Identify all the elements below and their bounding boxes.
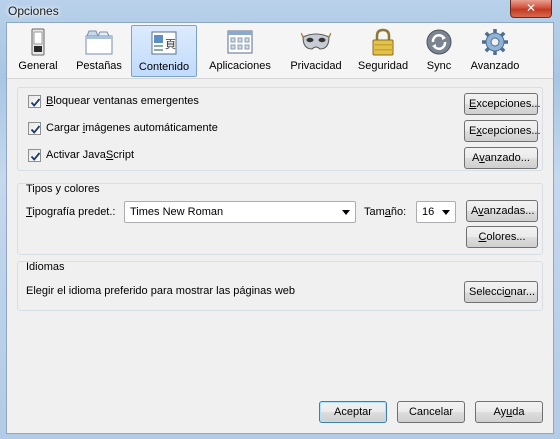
chevron-down-icon — [342, 210, 350, 215]
checkmark-icon — [30, 152, 41, 161]
choose-language-button[interactable]: Seleccionar... — [464, 281, 538, 303]
tab-label: Sync — [426, 60, 452, 72]
tab-applications[interactable]: Aplicaciones — [201, 25, 279, 77]
options-dialog: General Pestañas 頁 Contenido Aplicacione… — [6, 22, 554, 434]
security-lock-icon — [372, 28, 394, 56]
tab-privacy[interactable]: Privacidad — [283, 25, 349, 77]
content-icon: 頁 — [151, 31, 177, 55]
font-size-select[interactable]: 16 — [416, 201, 456, 223]
default-font-select[interactable]: Times New Roman — [124, 201, 356, 223]
tab-label: Aplicaciones — [209, 60, 271, 72]
font-size-label: Tamaño: — [364, 206, 407, 218]
tabs-icon — [85, 30, 113, 55]
tab-label: Seguridad — [357, 60, 409, 72]
load-images-checkbox[interactable]: Cargar imágenes automáticamente — [28, 121, 328, 137]
enable-javascript-checkbox[interactable]: Activar JavaScript — [28, 148, 328, 164]
languages-group: Idiomas Elegir el idioma preferido para … — [17, 261, 543, 311]
tab-label: Contenido — [138, 61, 190, 73]
sync-icon — [426, 29, 452, 55]
tab-label: Pestañas — [76, 60, 122, 72]
options-toolbar: General Pestañas 頁 Contenido Aplicacione… — [7, 23, 553, 79]
help-button[interactable]: Ayuda — [475, 401, 543, 423]
tab-advanced[interactable]: Avanzado — [465, 25, 525, 77]
checkbox-label: Cargar imágenes automáticamente — [46, 122, 218, 134]
tab-tabs[interactable]: Pestañas — [69, 25, 129, 77]
cancel-button[interactable]: Cancelar — [397, 401, 465, 423]
colors-button[interactable]: Colores... — [466, 226, 538, 248]
default-font-label: Tipografía predet.: — [26, 206, 116, 218]
checkbox-label: Bloquear ventanas emergentes — [46, 95, 199, 107]
general-icon — [31, 28, 45, 56]
checkmark-icon — [30, 125, 41, 134]
privacy-mask-icon — [301, 32, 331, 50]
checkmark-icon — [30, 98, 41, 107]
fonts-advanced-button[interactable]: Avanzadas... — [466, 200, 538, 222]
title-bar: Opciones ✕ — [0, 0, 560, 22]
close-button[interactable]: ✕ — [510, 0, 552, 18]
group-title: Idiomas — [26, 261, 65, 273]
fonts-colors-group: Tipos y colores Tipografía predet.: Time… — [17, 183, 543, 255]
javascript-advanced-button[interactable]: Avanzado... — [464, 147, 538, 169]
tab-security[interactable]: Seguridad — [351, 25, 415, 77]
advanced-gear-icon — [482, 29, 508, 55]
block-popups-checkbox[interactable]: Bloquear ventanas emergentes — [28, 94, 328, 110]
checkbox-box[interactable] — [28, 95, 41, 108]
image-exceptions-button[interactable]: Excepciones... — [464, 120, 541, 142]
window-title: Opciones — [8, 4, 59, 18]
checkbox-box[interactable] — [28, 149, 41, 162]
tab-sync[interactable]: Sync — [417, 25, 461, 77]
group-title: Tipos y colores — [26, 183, 100, 195]
tab-general[interactable]: General — [9, 25, 67, 77]
tab-label: Privacidad — [290, 60, 342, 72]
applications-icon — [227, 30, 253, 54]
tab-label: Avanzado — [470, 60, 520, 72]
accept-button[interactable]: Aceptar — [319, 401, 387, 423]
checkbox-label: Activar JavaScript — [46, 149, 135, 161]
checkbox-box[interactable] — [28, 122, 41, 135]
svg-text:頁: 頁 — [165, 38, 176, 51]
tab-label: General — [18, 60, 58, 72]
popup-exceptions-button[interactable]: Excepciones... — [464, 93, 541, 115]
content-options-group: Bloquear ventanas emergentes Excepciones… — [17, 87, 543, 171]
languages-description: Elegir el idioma preferido para mostrar … — [26, 285, 296, 297]
select-value: Times New Roman — [130, 206, 224, 218]
tab-content[interactable]: 頁 Contenido — [131, 25, 197, 77]
chevron-down-icon — [442, 210, 450, 215]
select-value: 16 — [422, 206, 435, 218]
